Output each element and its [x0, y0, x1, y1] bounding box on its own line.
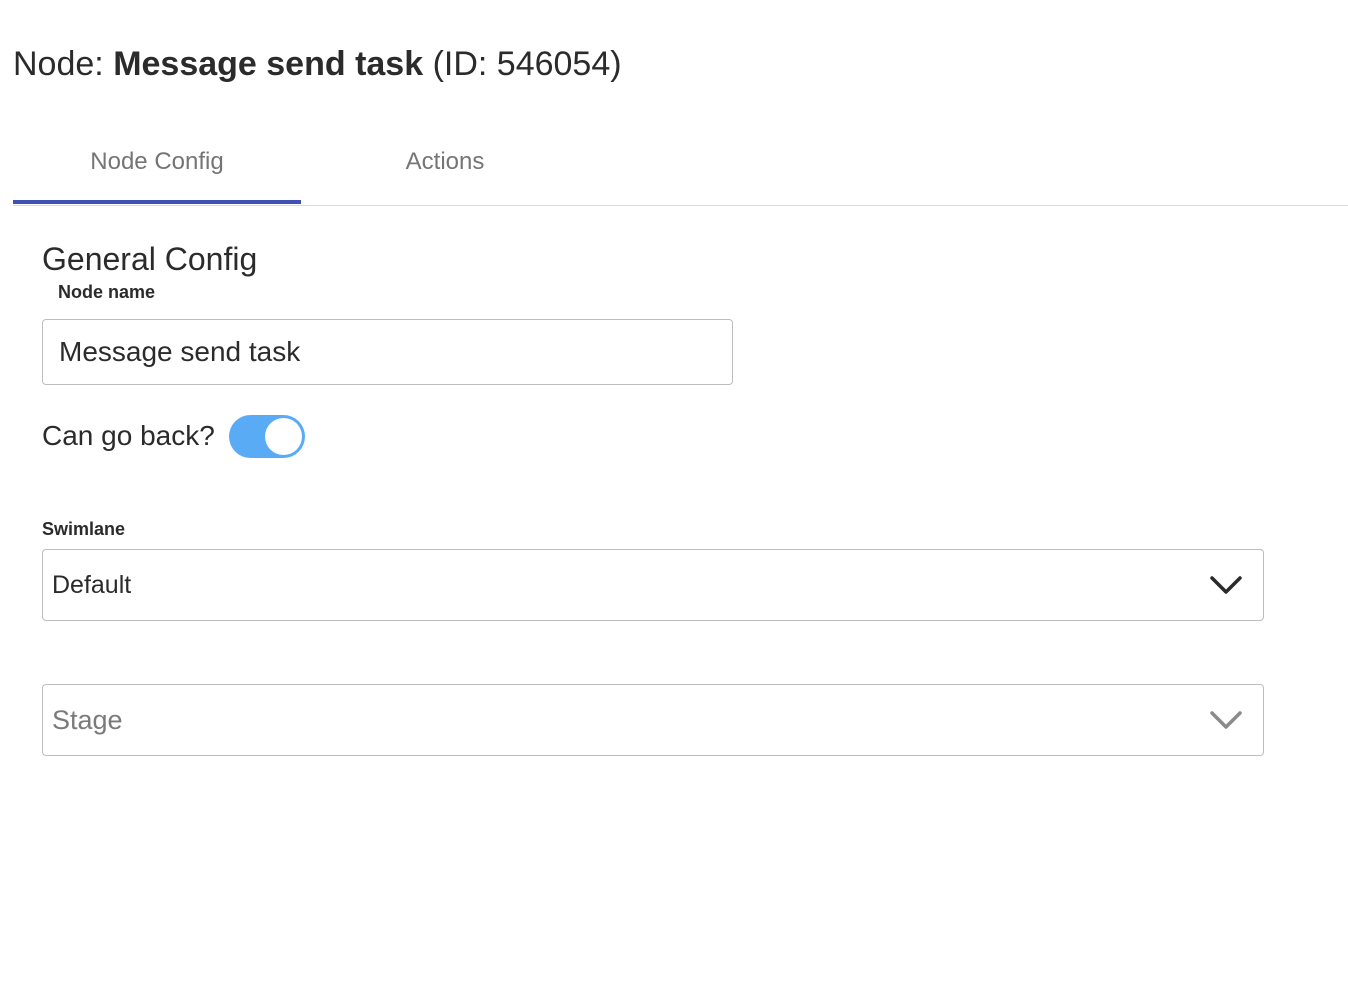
page-title: Node: Message send task (ID: 546054): [13, 42, 622, 86]
section-title-general-config: General Config: [42, 241, 258, 277]
chevron-down-icon: [1210, 576, 1242, 594]
chevron-down-icon: [1210, 711, 1242, 729]
swimlane-select[interactable]: Default: [42, 549, 1264, 621]
swimlane-label: Swimlane: [42, 519, 126, 539]
tab-node-config-label: Node Config: [90, 148, 224, 175]
stage-placeholder: Stage: [52, 704, 123, 735]
node-config-page: Node: Message send task (ID: 546054) Nod…: [0, 0, 1348, 1000]
can-go-back-label: Can go back?: [42, 420, 215, 451]
active-tab-indicator: [13, 200, 301, 204]
tab-actions-label: Actions: [405, 148, 485, 175]
stage-select[interactable]: Stage: [42, 684, 1264, 756]
swimlane-selected-value: Default: [52, 570, 132, 599]
node-name-label: Node name: [58, 282, 156, 302]
toggle-knob: [264, 417, 302, 455]
tab-bar: Node Config Actions: [13, 120, 1348, 206]
title-prefix: Node:: [13, 45, 114, 83]
title-node-id: (ID: 546054): [423, 45, 622, 83]
tab-actions[interactable]: Actions: [301, 120, 589, 204]
can-go-back-row: Can go back?: [42, 414, 305, 458]
tab-node-config[interactable]: Node Config: [13, 120, 301, 204]
node-name-input[interactable]: [42, 319, 733, 385]
title-node-name: Message send task: [113, 45, 424, 83]
can-go-back-toggle[interactable]: [228, 414, 305, 458]
